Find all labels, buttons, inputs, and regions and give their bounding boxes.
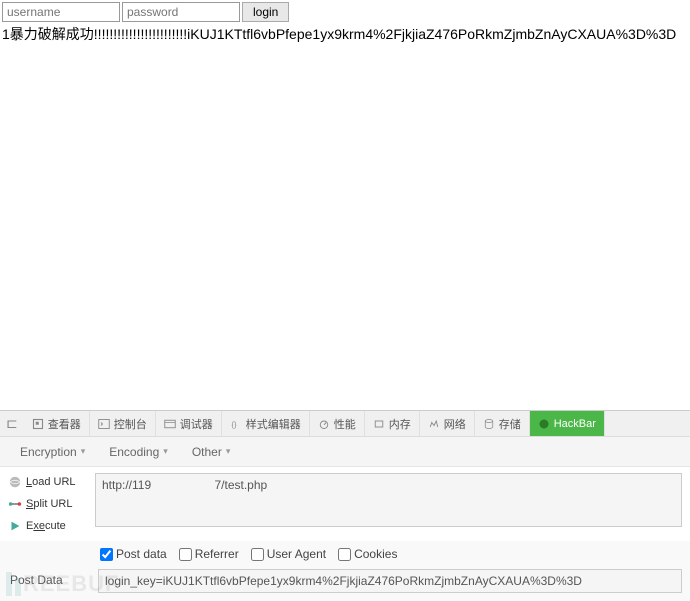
tab-network[interactable]: 网络 [420, 411, 475, 436]
referrer-checkbox-text: Referrer [195, 547, 239, 561]
memory-icon [373, 418, 385, 430]
devtools-tabs: ⊏ 查看器 控制台 调试器 {} 样式编辑器 性能 内存 网络 [0, 411, 690, 437]
tab-memory[interactable]: 内存 [365, 411, 420, 436]
load-url-button[interactable]: Load URL [8, 473, 87, 491]
side-buttons: Load URL Split URL Execute [0, 467, 95, 541]
login-button[interactable]: login [242, 2, 289, 22]
split-url-button[interactable]: Split URL [8, 495, 87, 513]
login-form: login [2, 2, 688, 22]
other-dropdown[interactable]: Other [182, 439, 241, 465]
performance-icon [318, 418, 330, 430]
tab-label: 内存 [389, 416, 411, 432]
devtools-panel: ⊏ 查看器 控制台 调试器 {} 样式编辑器 性能 内存 网络 [0, 410, 690, 601]
cookies-checkbox-label[interactable]: Cookies [338, 547, 397, 561]
postdata-label: Post Data [10, 569, 98, 587]
tab-console[interactable]: 控制台 [90, 411, 156, 436]
load-url-text: oad URL [32, 476, 75, 488]
useragent-checkbox-text: User Agent [267, 547, 326, 561]
postdata-checkbox-text: Post data [116, 547, 167, 561]
svg-text:{}: {} [231, 420, 237, 429]
url-input[interactable] [95, 473, 682, 527]
username-input[interactable] [2, 2, 120, 22]
tab-inspector[interactable]: 查看器 [24, 411, 90, 436]
tab-label: HackBar [554, 418, 596, 430]
tab-debugger[interactable]: 调试器 [156, 411, 222, 436]
devtools-close-icon[interactable]: ⊏ [0, 415, 24, 432]
tab-storage[interactable]: 存储 [475, 411, 530, 436]
password-input[interactable] [122, 2, 240, 22]
execute-text: cute [45, 520, 66, 532]
postdata-input[interactable] [98, 569, 682, 593]
hackbar-main: Load URL Split URL Execute [0, 467, 690, 541]
postdata-checkbox-label[interactable]: Post data [100, 547, 167, 561]
tab-hackbar[interactable]: HackBar [530, 411, 605, 436]
options-row: Post data Referrer User Agent Cookies [0, 541, 690, 567]
tab-label: 样式编辑器 [246, 416, 301, 432]
storage-icon [483, 418, 495, 430]
encoding-dropdown[interactable]: Encoding [99, 439, 178, 465]
split-url-icon [8, 497, 22, 511]
cookies-checkbox-text: Cookies [354, 547, 397, 561]
url-area [95, 467, 690, 541]
style-icon: {} [230, 418, 242, 430]
useragent-checkbox-label[interactable]: User Agent [251, 547, 326, 561]
execute-button[interactable]: Execute [8, 517, 87, 535]
tab-performance[interactable]: 性能 [310, 411, 365, 436]
execute-underline: xe [33, 520, 45, 532]
encryption-dropdown[interactable]: Encryption [10, 439, 95, 465]
hackbar-icon [538, 418, 550, 430]
debugger-icon [164, 418, 176, 430]
referrer-checkbox-label[interactable]: Referrer [179, 547, 239, 561]
result-text: 1暴力破解成功!!!!!!!!!!!!!!!!!!!!!!!!iKUJ1KTtf… [2, 24, 688, 44]
tab-label: 查看器 [48, 416, 81, 432]
tab-style-editor[interactable]: {} 样式编辑器 [222, 411, 310, 436]
useragent-checkbox[interactable] [251, 548, 264, 561]
inspector-icon [32, 418, 44, 430]
login-page: login 1暴力破解成功!!!!!!!!!!!!!!!!!!!!!!!!iKU… [0, 0, 690, 46]
console-icon [98, 418, 110, 430]
tab-label: 控制台 [114, 416, 147, 432]
network-icon [428, 418, 440, 430]
postdata-checkbox[interactable] [100, 548, 113, 561]
split-url-text: plit URL [33, 498, 72, 510]
tab-label: 性能 [334, 416, 356, 432]
tab-label: 调试器 [180, 416, 213, 432]
postdata-row: Post Data [0, 567, 690, 601]
cookies-checkbox[interactable] [338, 548, 351, 561]
execute-icon [8, 519, 22, 533]
referrer-checkbox[interactable] [179, 548, 192, 561]
tab-label: 存储 [499, 416, 521, 432]
tab-label: 网络 [444, 416, 466, 432]
hackbar-toolbar: Encryption Encoding Other [0, 437, 690, 467]
load-url-icon [8, 475, 22, 489]
